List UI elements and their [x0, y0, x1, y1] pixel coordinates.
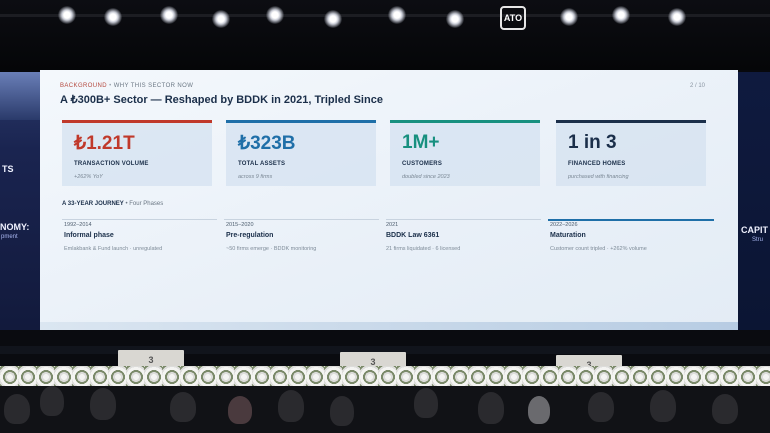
stat-card-total-assets: ₺323B TOTAL ASSETS across 9 firms — [226, 120, 376, 186]
card-note: doubled since 2023 — [402, 174, 450, 180]
phase-name: BDDK Law 6361 — [386, 232, 440, 239]
timeline-rule — [386, 219, 541, 220]
journey-title: A 33-YEAR JOURNEY — [62, 201, 124, 207]
right-wall-subtext: Stru — [752, 237, 764, 243]
audience-head — [228, 396, 252, 424]
audience-head — [712, 394, 738, 424]
slide-page-number: 2 / 10 — [690, 83, 706, 89]
right-wall-text: CAPIT — [741, 225, 768, 235]
phase-description: 21 firms liquidated · 6 licensed — [386, 246, 461, 252]
phase-name: Maturation — [550, 232, 586, 239]
phase-description: Customer count tripled · +262% volume — [550, 246, 647, 252]
left-wall-text: NOMY: — [0, 222, 30, 232]
stat-card-financed-homes: 1 in 3 FINANCED HOMES purchased with fin… — [556, 120, 706, 186]
phase-4: 2022–2026 Maturation Customer count trip… — [550, 222, 647, 252]
phase-2: 2015–2020 Pre-regulation ~50 firms emerg… — [226, 222, 316, 252]
audience-head — [588, 392, 614, 422]
stage-light-icon — [560, 8, 578, 26]
stat-card-customers: 1M+ CUSTOMERS doubled since 2023 — [390, 120, 540, 186]
stage-light-icon — [266, 6, 284, 24]
phase-3: 2021 BDDK Law 6361 21 firms liquidated ·… — [386, 222, 460, 252]
left-wall-subtext: pment — [1, 234, 18, 240]
card-accent-bar — [226, 120, 376, 123]
phase-name: Pre-regulation — [226, 232, 274, 239]
phase-years: 2015–2020 — [226, 222, 254, 228]
slide-title: A ₺300B+ Sector — Reshaped by BDDK in 20… — [60, 94, 383, 106]
stage-light-icon — [668, 8, 686, 26]
card-accent-bar — [390, 120, 540, 123]
audience-head — [278, 390, 304, 422]
card-note: +262% YoY — [74, 174, 103, 180]
stage-light-icon — [612, 6, 630, 24]
phase-name: Informal phase — [64, 232, 114, 239]
audience-head — [650, 390, 676, 422]
audience-head — [528, 396, 550, 424]
truss-logo: ATO — [500, 6, 526, 30]
card-label: TOTAL ASSETS — [238, 161, 286, 167]
card-value: 1M+ — [402, 132, 440, 153]
skyline-graphic — [0, 72, 40, 120]
timeline-rule — [224, 219, 379, 220]
card-label: FINANCED HOMES — [568, 161, 626, 167]
eyebrow-secondary: WHY THIS SECTOR NOW — [113, 83, 194, 89]
stage-light-icon — [388, 6, 406, 24]
audience-head — [4, 394, 30, 424]
stage-light-icon — [446, 10, 464, 28]
stage-light-icon — [104, 8, 122, 26]
phase-years: 1992–2014 — [64, 222, 92, 228]
phase-description: ~50 firms emerge · BDDK monitoring — [226, 246, 317, 252]
screen-bottom-decoration — [40, 322, 738, 330]
card-label: CUSTOMERS — [402, 161, 443, 167]
card-note: purchased with financing — [568, 174, 629, 180]
slide-eyebrow: BACKGROUND • WHY THIS SECTOR NOW — [60, 83, 193, 89]
stat-card-transaction-volume: ₺1.21T TRANSACTION VOLUME +262% YoY — [62, 120, 212, 186]
presentation-screen — [40, 70, 738, 330]
right-led-wall — [738, 72, 770, 330]
eyebrow-separator: • — [109, 83, 112, 89]
phase-1: 1992–2014 Informal phase Emlakbank & Fun… — [64, 222, 162, 252]
journey-subtitle: • Four Phases — [125, 201, 164, 207]
card-value: ₺323B — [238, 133, 296, 154]
left-wall-text-top: TS — [2, 164, 14, 174]
stage-light-icon — [324, 10, 342, 28]
eyebrow-primary: BACKGROUND — [60, 83, 108, 89]
phase-description: Emlakbank & Fund launch · unregulated — [64, 246, 163, 252]
audience-head — [478, 392, 504, 424]
phase-years: 2022–2026 — [550, 222, 578, 228]
journey-heading: A 33-YEAR JOURNEY • Four Phases — [62, 201, 163, 207]
phase-years: 2021 — [386, 222, 399, 228]
stage-light-icon — [212, 10, 230, 28]
audience-head — [90, 388, 116, 420]
flower-arrangement — [0, 366, 770, 388]
card-note: across 9 firms — [238, 174, 273, 180]
audience-head — [40, 386, 64, 416]
audience-head — [170, 392, 196, 422]
card-value: 1 in 3 — [568, 132, 617, 153]
stage-light-icon — [58, 6, 76, 24]
card-accent-bar — [556, 120, 706, 123]
timeline-rule — [62, 219, 217, 220]
card-label: TRANSACTION VOLUME — [74, 161, 149, 167]
card-accent-bar — [62, 120, 212, 123]
audience-head — [414, 388, 438, 418]
timeline-rule-active — [548, 219, 714, 221]
audience-head — [330, 396, 354, 426]
card-value: ₺1.21T — [74, 133, 135, 154]
stage-light-icon — [160, 6, 178, 24]
